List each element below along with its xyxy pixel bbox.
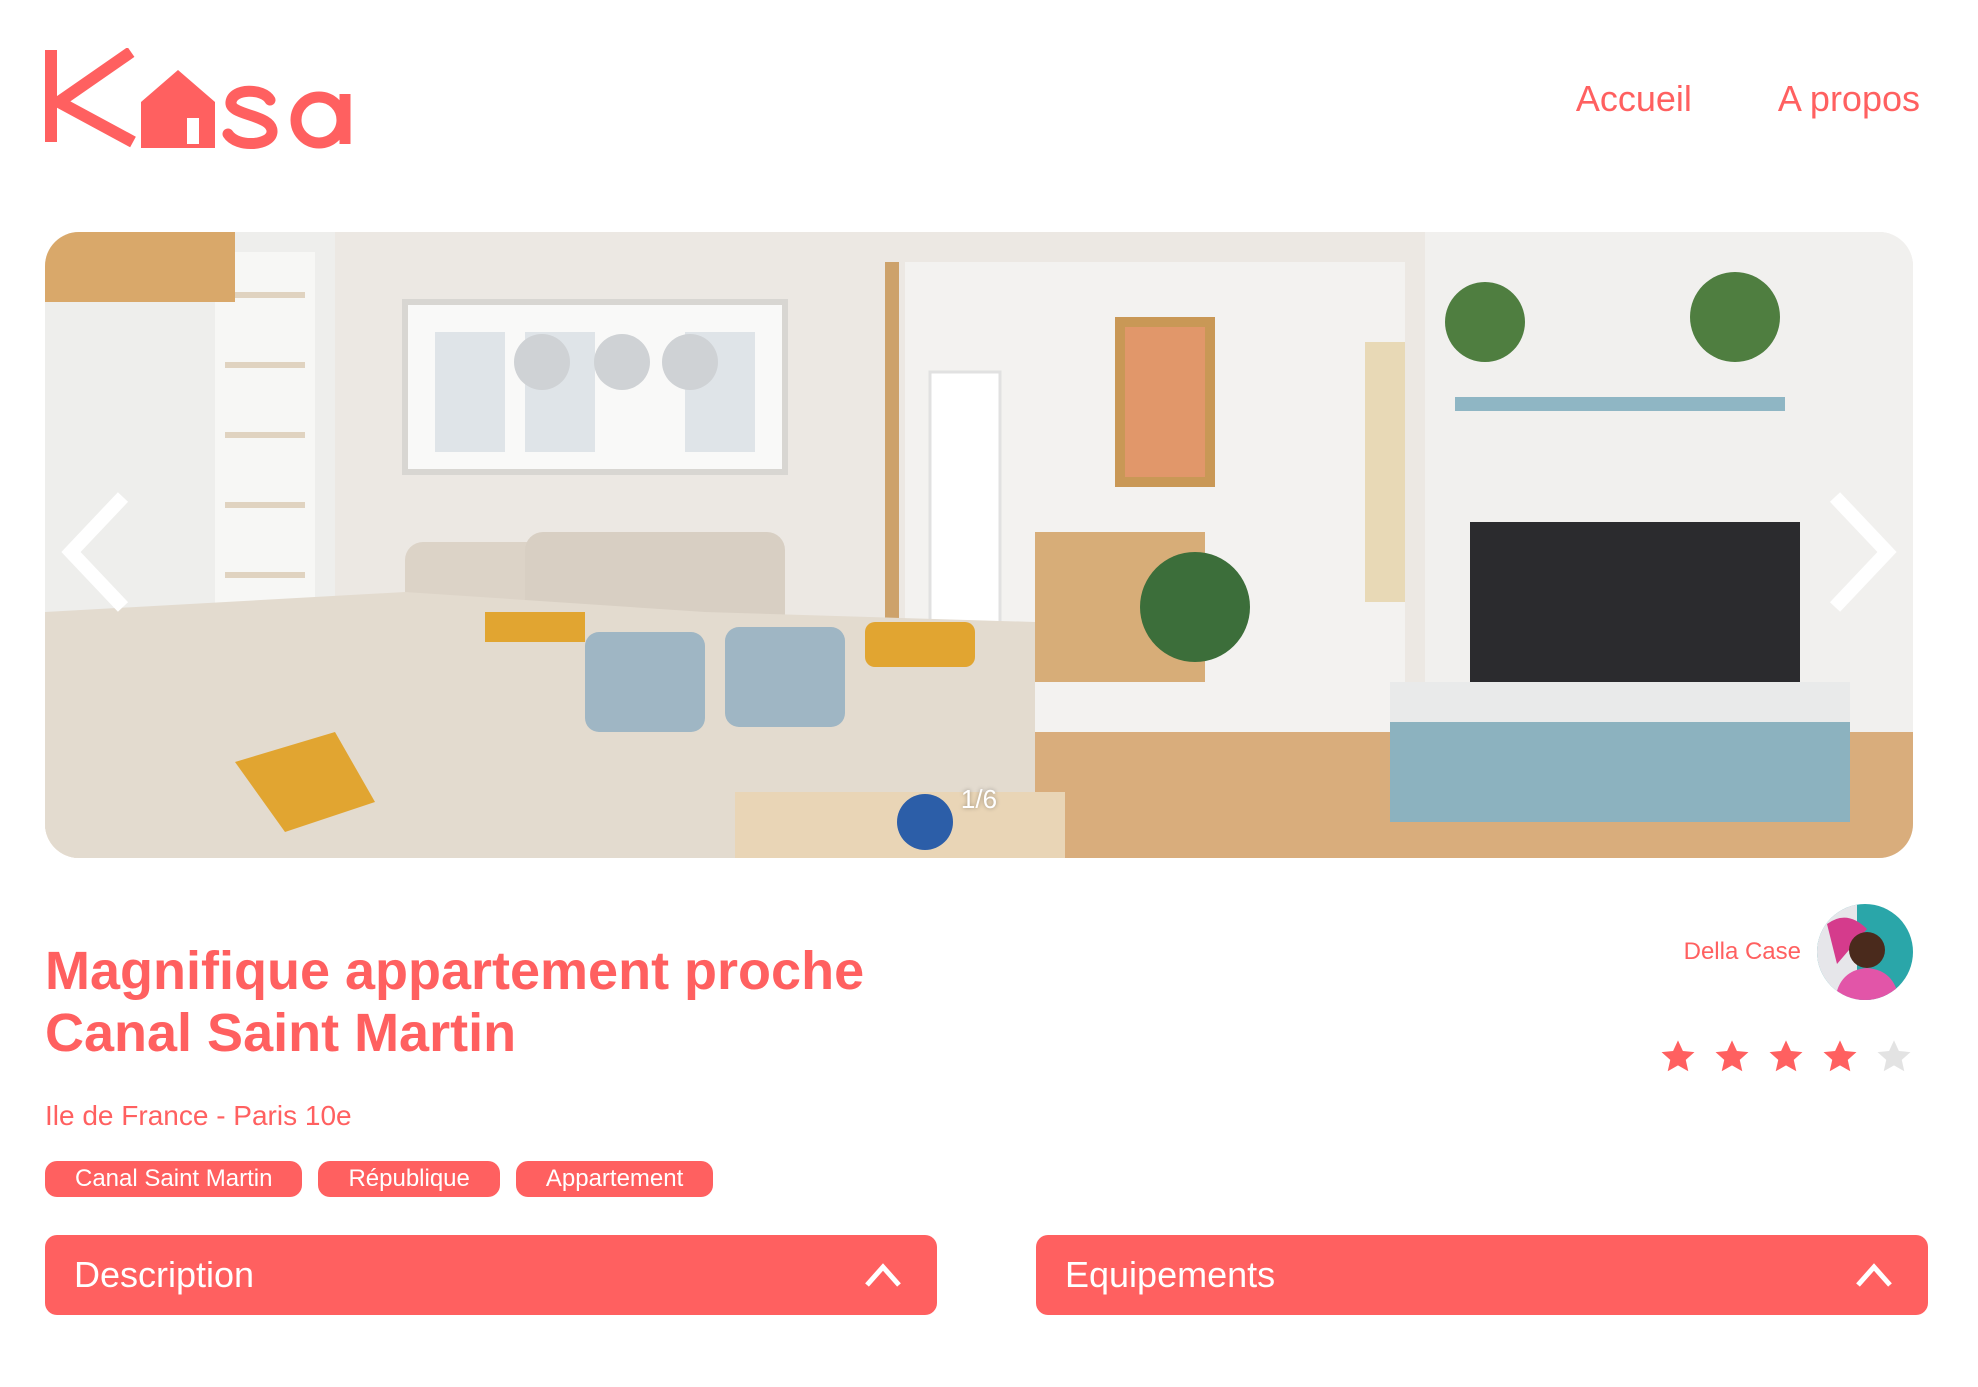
host-avatar	[1817, 904, 1913, 1000]
star-empty-icon	[1877, 1040, 1911, 1072]
kasa-logo[interactable]	[45, 48, 365, 156]
star-filled-icon	[1661, 1040, 1695, 1072]
next-arrow-icon[interactable]	[1815, 487, 1905, 617]
chevron-up-icon[interactable]	[863, 1259, 903, 1291]
chevron-up-icon[interactable]	[1854, 1259, 1894, 1291]
nav-about-link[interactable]: A propos	[1778, 78, 1920, 120]
tag-list: Canal Saint Martin République Appartemen…	[45, 1161, 714, 1197]
description-label: Description	[74, 1254, 255, 1295]
description-collapse[interactable]: Description	[45, 1235, 937, 1315]
star-filled-icon	[1823, 1040, 1857, 1072]
main-nav: Accueil A propos	[1576, 78, 1920, 120]
listing-location: Ile de France - Paris 10e	[45, 1100, 352, 1131]
slideshow: 1/6	[45, 232, 1913, 858]
nav-home-link[interactable]: Accueil	[1576, 78, 1692, 120]
living-room-photo	[45, 232, 1913, 858]
host-info: Della Case	[1684, 904, 1913, 1000]
tag: Canal Saint Martin	[45, 1161, 303, 1197]
rating-stars	[1659, 1038, 1913, 1076]
tag: Appartement	[515, 1161, 714, 1197]
host-name: Della Case	[1683, 938, 1801, 965]
equipments-collapse[interactable]: Equipements	[1036, 1235, 1928, 1315]
equipments-label: Equipements	[1065, 1254, 1276, 1295]
listing-title: Magnifique appartement proche Canal Sain…	[45, 941, 865, 1063]
previous-arrow-icon[interactable]	[53, 487, 143, 617]
tag: République	[318, 1161, 500, 1197]
star-filled-icon	[1715, 1040, 1749, 1072]
star-filled-icon	[1769, 1040, 1803, 1072]
slide-counter: 1/6	[960, 784, 998, 814]
